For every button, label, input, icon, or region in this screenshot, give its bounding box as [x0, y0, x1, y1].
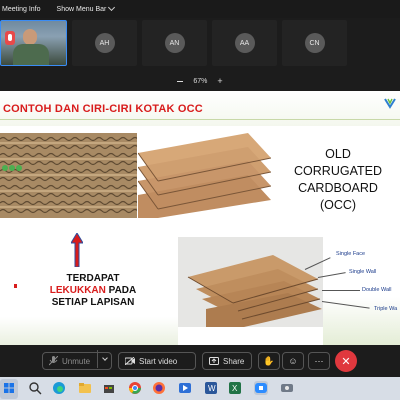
more-button[interactable]: ⋯ — [308, 352, 330, 370]
occ-heading: OLD CORRUGATED CARDBOARD (OCC) — [278, 146, 398, 214]
edge-icon[interactable] — [52, 381, 66, 395]
mic-off-icon — [49, 356, 58, 366]
layer-label: Triple Wa — [374, 306, 398, 312]
layer-label: Single Wall — [349, 269, 377, 275]
layer-label: Single Face — [336, 251, 366, 257]
meeting-info-button[interactable]: Meeting Info — [2, 6, 41, 13]
partner-logos — [2, 165, 22, 171]
media-icon[interactable] — [178, 381, 192, 395]
chevron-down-icon — [101, 355, 108, 361]
slide-divider — [0, 119, 400, 120]
excel-icon[interactable]: X — [228, 381, 242, 395]
zoom-out-button[interactable] — [177, 81, 184, 82]
board-layers-photo — [178, 237, 323, 327]
participant-head — [23, 29, 37, 45]
avatar: AN — [164, 33, 185, 53]
share-label: Share — [223, 356, 245, 366]
layer-label: Double Wall — [362, 287, 392, 293]
chrome-icon[interactable] — [128, 381, 142, 395]
raise-hand-icon: ✋ — [263, 355, 275, 366]
zoom-in-button[interactable]: + — [217, 77, 222, 86]
callout-line — [322, 290, 360, 291]
meeting-window: Meeting Info Show Menu Bar AH AN AA CN 6… — [0, 0, 400, 400]
cardboard-sheets-photo — [138, 133, 271, 218]
desc-highlight: LEKUKKAN — [49, 285, 106, 296]
emoji-icon: ☺ — [288, 356, 298, 366]
desc-line: LEKUKKAN PADA — [28, 285, 158, 297]
participant-tile[interactable]: CN — [282, 20, 347, 66]
unmute-label: Unmute — [62, 356, 91, 366]
start-icon[interactable] — [2, 381, 16, 395]
occ-line: CORRUGATED — [294, 164, 382, 178]
svg-text:W: W — [208, 384, 216, 393]
participant-tile[interactable]: AH — [72, 20, 137, 66]
zoom-level: 67% — [193, 78, 208, 85]
mic-muted-icon — [5, 31, 15, 45]
start-video-label: Start video — [139, 356, 178, 366]
zoom-controls: 67% + — [0, 77, 400, 86]
avatar: CN — [304, 33, 325, 53]
participant-strip: AH AN AA CN — [0, 20, 400, 68]
shared-screen-slide: CONTOH DAN CIRI-CIRI KOTAK OCC OLD CORRU… — [0, 91, 400, 345]
desc-rest: PADA — [105, 285, 137, 296]
slide-description: TERDAPAT LEKUKKAN PADA SETIAP LAPISAN — [28, 273, 158, 309]
avatar: AA — [234, 33, 255, 53]
slide-footer-band — [323, 297, 400, 345]
slide-title: CONTOH DAN CIRI-CIRI KOTAK OCC — [3, 103, 203, 115]
search-icon[interactable] — [28, 381, 42, 395]
store-icon[interactable] — [102, 381, 116, 395]
app-icon[interactable] — [280, 381, 294, 395]
occ-line: CARDBOARD — [298, 181, 378, 195]
share-icon — [209, 357, 219, 365]
participant-tile[interactable]: AN — [142, 20, 207, 66]
file-explorer-icon[interactable] — [78, 381, 92, 395]
svg-text:X: X — [232, 384, 238, 393]
taskbar: W X — [0, 377, 400, 400]
up-arrow-icon — [71, 233, 83, 267]
end-call-button[interactable]: ✕ — [335, 350, 357, 372]
more-icon: ⋯ — [314, 355, 324, 366]
corrugated-stack-photo — [0, 133, 137, 218]
participant-tile-video[interactable] — [0, 20, 67, 66]
video-off-icon — [125, 357, 135, 365]
desc-line: SETIAP LAPISAN — [51, 297, 135, 308]
meeting-controls: Unmute Start video Share ✋ ☺ ⋯ ✕ — [0, 348, 400, 374]
end-call-icon: ✕ — [341, 355, 351, 368]
occ-line: OLD — [325, 147, 351, 161]
zoom-app-icon[interactable] — [254, 381, 268, 395]
chevron-down-icon — [108, 3, 116, 12]
mouse-pointer — [14, 284, 17, 288]
top-bar: Meeting Info Show Menu Bar — [0, 0, 400, 18]
start-video-button[interactable]: Start video — [118, 352, 196, 370]
show-menu-bar-label: Show Menu Bar — [56, 5, 107, 13]
slide-footer-band — [0, 317, 178, 345]
firefox-icon[interactable] — [152, 381, 166, 395]
participant-tile[interactable]: AA — [212, 20, 277, 66]
audio-options-button[interactable] — [97, 350, 111, 368]
participant-body — [13, 44, 49, 65]
institution-logo-icon — [384, 98, 396, 109]
desc-line: TERDAPAT — [66, 273, 120, 284]
show-menu-bar-button[interactable]: Show Menu Bar — [56, 3, 116, 13]
word-icon[interactable]: W — [204, 381, 218, 395]
avatar: AH — [94, 33, 115, 53]
reactions-button[interactable]: ☺ — [282, 352, 304, 370]
raise-hand-button[interactable]: ✋ — [258, 352, 280, 370]
share-button[interactable]: Share — [202, 352, 252, 370]
occ-line: (OCC) — [319, 198, 357, 212]
